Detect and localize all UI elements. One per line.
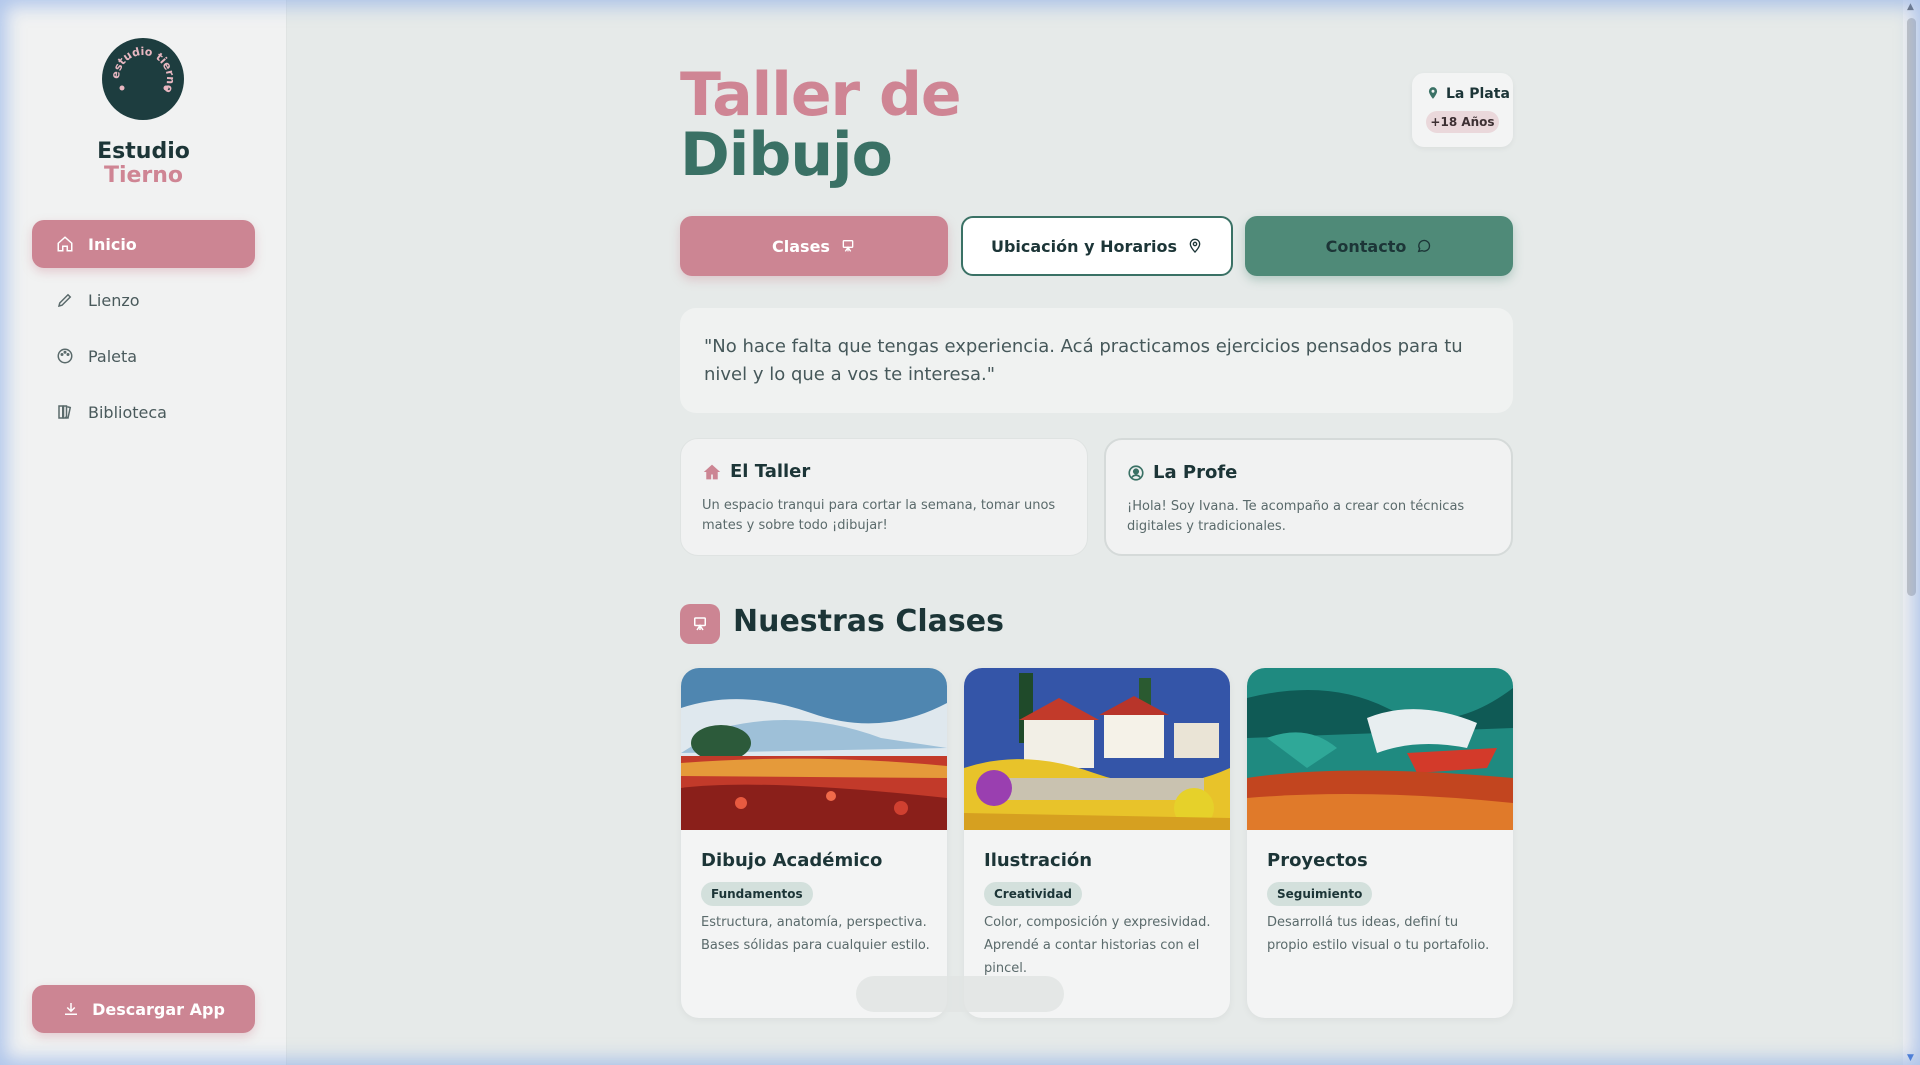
class-tag: Fundamentos <box>701 882 813 906</box>
info-card-title-text: El Taller <box>730 461 811 482</box>
download-app-button[interactable]: Descargar App <box>32 985 255 1033</box>
logo-icon: estudio tierno <box>109 45 177 95</box>
easel-icon <box>694 617 706 631</box>
scrollbar[interactable]: ▲ ▼ <box>1903 0 1920 1065</box>
section-icon <box>680 604 720 644</box>
logo[interactable]: estudio tierno <box>102 38 184 120</box>
download-icon <box>65 1003 78 1015</box>
brand-subname: Tierno <box>103 163 184 188</box>
sidebar-item-label: Biblioteca <box>88 402 167 422</box>
map-pin-icon <box>1428 87 1438 99</box>
class-title: Proyectos <box>1267 850 1368 871</box>
class-description: Color, composición y expresividad. Apren… <box>984 915 1211 976</box>
class-image <box>964 668 1230 830</box>
contacto-button[interactable]: Contacto <box>1245 216 1513 276</box>
class-card-ilustracion[interactable]: Ilustración Creatividad Color, composici… <box>964 668 1230 1018</box>
age-badge: +18 Años <box>1426 111 1499 133</box>
faded-toast <box>856 976 1064 1012</box>
info-card-title: El Taller <box>702 461 810 482</box>
palette-icon <box>57 348 73 364</box>
class-card-proyectos[interactable]: Proyectos Seguimiento Desarrollá tus ide… <box>1247 668 1513 1018</box>
home-icon <box>57 236 73 252</box>
scroll-thumb[interactable] <box>1907 18 1916 596</box>
scroll-up-arrow-icon[interactable]: ▲ <box>1907 2 1914 12</box>
brand-name: Estudio <box>97 139 190 164</box>
info-card-title: La Profe <box>1127 462 1237 483</box>
sidebar-item-label: Lienzo <box>88 290 140 310</box>
scroll-down-arrow-icon[interactable]: ▼ <box>1907 1053 1914 1063</box>
page-title-line2: Dibujo <box>680 120 893 190</box>
sidebar-item-lienzo[interactable]: Lienzo <box>32 276 255 324</box>
sidebar-item-paleta[interactable]: Paleta <box>32 332 255 380</box>
info-card-title-text: La Profe <box>1153 462 1238 483</box>
sidebar: estudio tierno Estudio Tierno Inicio Lie… <box>0 0 287 1065</box>
class-tag: Seguimiento <box>1267 882 1373 906</box>
library-icon <box>58 405 72 419</box>
class-title: Dibujo Académico <box>701 850 883 871</box>
class-description: Desarrollá tus ideas, definí tu propio e… <box>1267 915 1490 953</box>
house-icon <box>703 464 721 479</box>
ubicacion-horarios-button[interactable]: Ubicación y Horarios <box>961 216 1233 276</box>
user-circle-icon <box>1128 464 1144 481</box>
sidebar-item-inicio[interactable]: Inicio <box>32 220 255 268</box>
download-label: Descargar App <box>92 999 225 1019</box>
info-card-profe: La Profe ¡Hola! Soy Ivana. Te acompaño a… <box>1104 438 1513 556</box>
easel-icon <box>842 240 854 252</box>
contacto-label: Contacto <box>1325 236 1407 256</box>
section-title: Nuestras Clases <box>733 604 1004 639</box>
pencil-icon <box>57 293 72 308</box>
location-label: La Plata <box>1446 86 1510 102</box>
class-tag: Creatividad <box>984 882 1083 906</box>
ubicacion-label: Ubicación y Horarios <box>990 236 1178 256</box>
class-description: Estructura, anatomía, perspectiva. Bases… <box>701 915 930 953</box>
clases-label: Clases <box>772 236 830 256</box>
info-card-description: ¡Hola! Soy Ivana. Te acompaño a crear co… <box>1127 499 1465 534</box>
class-card-dibujo-academico[interactable]: Dibujo Académico Fundamentos Estructura,… <box>681 668 947 1018</box>
sidebar-item-biblioteca[interactable]: Biblioteca <box>32 388 255 436</box>
sidebar-nav: Inicio Lienzo Paleta Biblioteca <box>32 220 255 444</box>
class-image <box>1247 668 1513 830</box>
chat-icon <box>1417 239 1431 253</box>
info-card-taller: El Taller Un espacio tranqui para cortar… <box>680 438 1088 556</box>
info-card-description: Un espacio tranqui para cortar la semana… <box>702 498 1056 533</box>
location-card: La Plata +18 Años <box>1412 73 1513 147</box>
map-pin-icon <box>1189 238 1201 253</box>
class-image <box>681 668 947 830</box>
clases-button[interactable]: Clases <box>680 216 948 276</box>
sidebar-item-label: Paleta <box>88 346 138 366</box>
sidebar-item-label: Inicio <box>88 234 137 254</box>
quote-box: "No hace falta que tengas experiencia. A… <box>680 308 1513 413</box>
class-title: Ilustración <box>984 850 1093 871</box>
